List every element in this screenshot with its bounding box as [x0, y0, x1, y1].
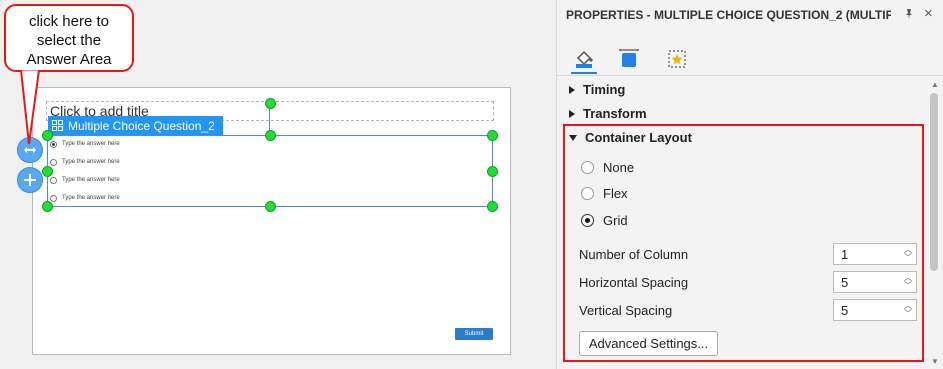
layout-option-flex[interactable]: Flex [581, 186, 628, 201]
instruction-callout: click here to select the Answer Area [4, 4, 134, 72]
vertical-spacing-stepper[interactable]: 5 ︿ ﹀ [833, 299, 917, 321]
answer-option[interactable]: Type the answer here [50, 175, 120, 185]
radio-selected-icon [581, 214, 594, 227]
stepper-value: 5 [841, 274, 849, 290]
answer-radio-icon [50, 194, 57, 202]
answer-text: Type the answer here [62, 177, 120, 183]
question-label-tag[interactable]: Multiple Choice Question_2 [48, 116, 223, 135]
section-transform[interactable]: Transform [569, 106, 647, 121]
advanced-settings-button[interactable]: Advanced Settings... [579, 331, 718, 356]
section-label: Timing [583, 82, 626, 97]
answer-text: Type the answer here [62, 141, 120, 147]
answer-radio-icon [50, 176, 57, 184]
callout-line: Answer Area [26, 51, 112, 68]
scrollbar-thumb[interactable] [930, 93, 938, 271]
interactions-icon[interactable] [666, 48, 688, 70]
radio-icon [581, 187, 594, 200]
vertical-spacing-label: Vertical Spacing [579, 303, 673, 318]
scroll-up-icon[interactable]: ▲ [931, 80, 939, 89]
radio-label: Grid [603, 213, 628, 228]
answer-option[interactable]: Type the answer here [50, 157, 120, 167]
scroll-down-icon[interactable]: ▼ [931, 357, 939, 366]
radio-label: None [603, 160, 635, 175]
answer-option[interactable]: Type the answer here [50, 193, 120, 203]
stepper-value: 1 [841, 246, 849, 262]
section-timing[interactable]: Timing [569, 82, 625, 97]
properties-panel: PROPERTIES - MULTIPLE CHOICE QUESTION_2 … [556, 0, 943, 369]
size-position-icon[interactable] [618, 48, 640, 70]
stepper-arrows-icon[interactable]: ︿ ﹀ [904, 302, 912, 318]
section-label: Transform [583, 106, 647, 121]
callout-line: select the [36, 32, 102, 49]
resize-handle-bottom-left[interactable] [42, 201, 53, 212]
section-container-layout[interactable]: Container Layout [569, 130, 692, 145]
resize-handle-right[interactable] [487, 166, 498, 177]
style-fill-icon[interactable] [573, 48, 595, 70]
resize-handle-top-right[interactable] [487, 130, 498, 141]
active-tab-indicator [571, 72, 597, 74]
submit-button[interactable]: Submit [455, 328, 493, 340]
expand-arrow-icon [569, 85, 575, 94]
columns-label: Number of Column [579, 247, 689, 262]
horizontal-spacing-stepper[interactable]: 5 ︿ ﹀ [833, 271, 917, 293]
resize-handle-left[interactable] [42, 166, 53, 177]
section-label: Container Layout [585, 130, 692, 145]
answer-text: Type the answer here [62, 195, 120, 201]
collapse-arrow-icon [569, 134, 577, 141]
question-label-text: Multiple Choice Question_2 [68, 118, 215, 133]
stepper-value: 5 [841, 302, 849, 318]
radio-icon [581, 161, 594, 174]
tab-divider [557, 75, 943, 76]
pin-icon[interactable] [903, 8, 915, 23]
panel-title: PROPERTIES - MULTIPLE CHOICE QUESTION_2 … [566, 8, 891, 22]
columns-stepper[interactable]: 1 ︿ ﹀ [833, 243, 917, 265]
horizontal-spacing-label: Horizontal Spacing [579, 275, 689, 290]
answer-radio-icon [50, 140, 57, 148]
radio-label: Flex [603, 186, 628, 201]
stepper-arrows-icon[interactable]: ︿ ﹀ [904, 246, 912, 262]
resize-handle-top[interactable] [265, 130, 276, 141]
resize-handle-bottom-right[interactable] [487, 201, 498, 212]
resize-handle-bottom[interactable] [265, 201, 276, 212]
close-icon[interactable]: × [924, 5, 933, 22]
stepper-arrows-icon[interactable]: ︿ ﹀ [904, 274, 912, 290]
rotate-handle[interactable] [265, 98, 276, 109]
answer-option[interactable]: Type the answer here [50, 139, 120, 149]
callout-pointer [19, 70, 41, 145]
callout-line: click here to [28, 13, 110, 30]
expand-arrow-icon [569, 109, 575, 118]
layout-option-none[interactable]: None [581, 160, 634, 175]
answer-text: Type the answer here [62, 159, 120, 165]
layout-option-grid[interactable]: Grid [581, 213, 628, 228]
answer-radio-icon [50, 158, 57, 166]
grid-icon [52, 120, 63, 131]
plus-icon[interactable] [17, 167, 43, 193]
